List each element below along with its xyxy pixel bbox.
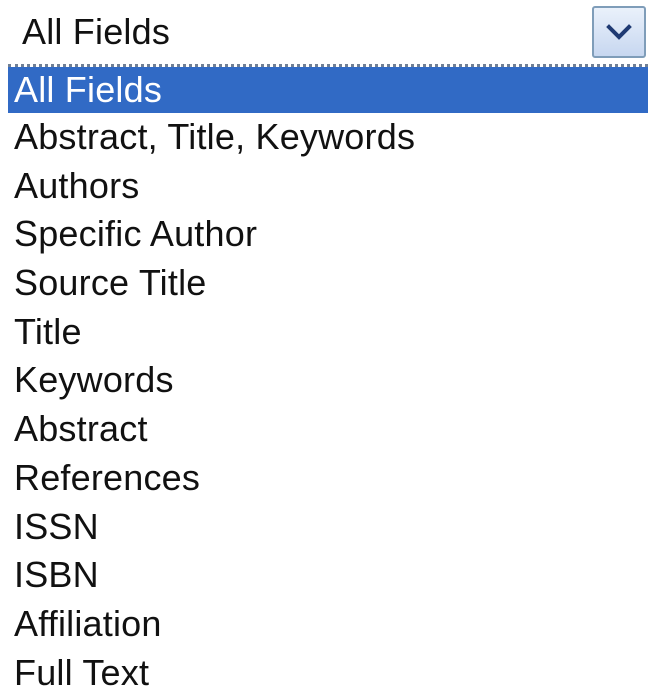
option-references[interactable]: References	[8, 454, 648, 503]
option-authors[interactable]: Authors	[8, 162, 648, 211]
select-current-value: All Fields	[22, 11, 171, 52]
option-abstract-title-keywords[interactable]: Abstract, Title, Keywords	[8, 113, 648, 162]
option-source-title[interactable]: Source Title	[8, 259, 648, 308]
option-keywords[interactable]: Keywords	[8, 356, 648, 405]
option-affiliation[interactable]: Affiliation	[8, 600, 648, 649]
option-full-text[interactable]: Full Text	[8, 649, 648, 697]
option-issn[interactable]: ISSN	[8, 503, 648, 552]
option-title[interactable]: Title	[8, 308, 648, 357]
search-field-select[interactable]: All Fields	[0, 0, 648, 64]
option-isbn[interactable]: ISBN	[8, 551, 648, 600]
dropdown-toggle-button[interactable]	[592, 6, 646, 58]
option-abstract[interactable]: Abstract	[8, 405, 648, 454]
chevron-down-icon	[606, 24, 632, 40]
option-all-fields[interactable]: All Fields	[8, 67, 648, 113]
dropdown-options-list: All Fields Abstract, Title, Keywords Aut…	[8, 64, 648, 693]
option-specific-author[interactable]: Specific Author	[8, 210, 648, 259]
